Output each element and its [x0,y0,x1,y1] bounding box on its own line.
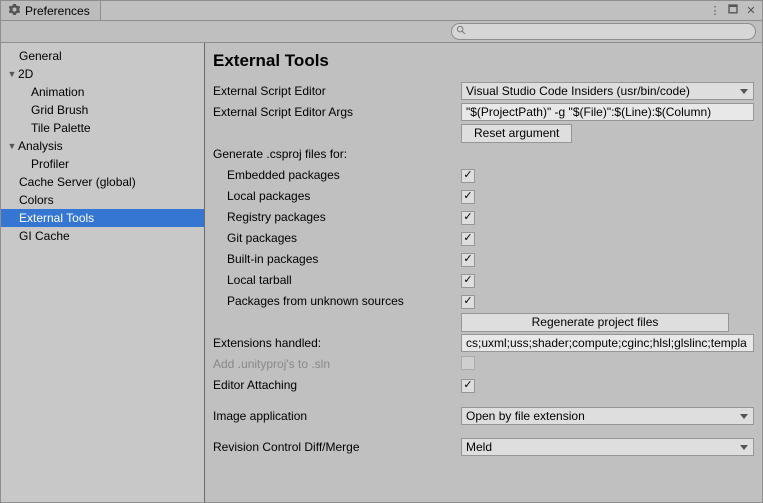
csproj-git-label: Git packages [213,231,461,245]
sidebar-item-grid-brush[interactable]: Grid Brush [1,101,204,119]
image-app-label: Image application [213,409,461,423]
revision-control-dropdown[interactable]: Meld [461,438,754,456]
page-title: External Tools [213,51,754,71]
add-sln-checkbox [461,356,475,370]
revision-control-label: Revision Control Diff/Merge [213,440,461,454]
foldout-icon[interactable]: ▼ [7,66,17,82]
csproj-embedded-checkbox[interactable] [461,169,475,183]
ext-editor-label: External Script Editor [213,84,461,98]
sidebar-item-analysis[interactable]: ▼Analysis [1,137,204,155]
ext-args-input[interactable]: "$(ProjectPath)" -g "$(File)":$(Line):$(… [461,103,754,121]
content-panel: External Tools External Script Editor Vi… [205,43,762,502]
csproj-builtin-checkbox[interactable] [461,253,475,267]
toolbar [1,21,762,43]
reset-argument-button[interactable]: Reset argument [461,124,572,143]
search-box[interactable] [451,23,756,40]
generate-csproj-label: Generate .csproj files for: [213,147,461,161]
csproj-git-checkbox[interactable] [461,232,475,246]
sidebar-item-external-tools[interactable]: External Tools [1,209,204,227]
editor-attaching-checkbox[interactable] [461,379,475,393]
sidebar-item-profiler[interactable]: Profiler [1,155,204,173]
csproj-tarball-label: Local tarball [213,273,461,287]
extensions-handled-input[interactable]: cs;uxml;uss;shader;compute;cginc;hlsl;gl… [461,334,754,352]
menu-icon[interactable]: ⋮ [708,4,722,17]
csproj-registry-checkbox[interactable] [461,211,475,225]
add-sln-label: Add .unityproj's to .sln [213,357,461,371]
csproj-unknown-label: Packages from unknown sources [213,294,461,308]
sidebar-item-cache-server[interactable]: Cache Server (global) [1,173,204,191]
tab-preferences[interactable]: Preferences [1,1,101,20]
csproj-registry-label: Registry packages [213,210,461,224]
editor-attaching-label: Editor Attaching [213,378,461,392]
sidebar-item-animation[interactable]: Animation [1,83,204,101]
regenerate-project-files-button[interactable]: Regenerate project files [461,313,729,332]
search-input[interactable] [467,26,749,38]
ext-args-label: External Script Editor Args [213,105,461,119]
sidebar-item-gi-cache[interactable]: GI Cache [1,227,204,245]
csproj-local-label: Local packages [213,189,461,203]
close-icon[interactable]: ✕ [744,4,758,17]
sidebar: General ▼2D Animation Grid Brush Tile Pa… [1,43,205,502]
search-icon [456,25,467,39]
sidebar-item-tile-palette[interactable]: Tile Palette [1,119,204,137]
window-controls: ⋮ 🗖 ✕ [708,1,762,20]
preferences-window: Preferences ⋮ 🗖 ✕ General ▼2D Animation … [0,0,763,503]
ext-editor-dropdown[interactable]: Visual Studio Code Insiders (usr/bin/cod… [461,82,754,100]
tab-label: Preferences [25,4,90,18]
csproj-tarball-checkbox[interactable] [461,274,475,288]
extensions-handled-label: Extensions handled: [213,336,461,350]
csproj-builtin-label: Built-in packages [213,252,461,266]
csproj-unknown-checkbox[interactable] [461,295,475,309]
foldout-icon[interactable]: ▼ [7,138,17,154]
titlebar: Preferences ⋮ 🗖 ✕ [1,1,762,21]
csproj-local-checkbox[interactable] [461,190,475,204]
image-app-dropdown[interactable]: Open by file extension [461,407,754,425]
sidebar-item-general[interactable]: General [1,47,204,65]
sidebar-item-colors[interactable]: Colors [1,191,204,209]
maximize-icon[interactable]: 🗖 [726,1,740,20]
gear-icon [9,4,20,18]
sidebar-item-2d[interactable]: ▼2D [1,65,204,83]
csproj-embedded-label: Embedded packages [213,168,461,182]
